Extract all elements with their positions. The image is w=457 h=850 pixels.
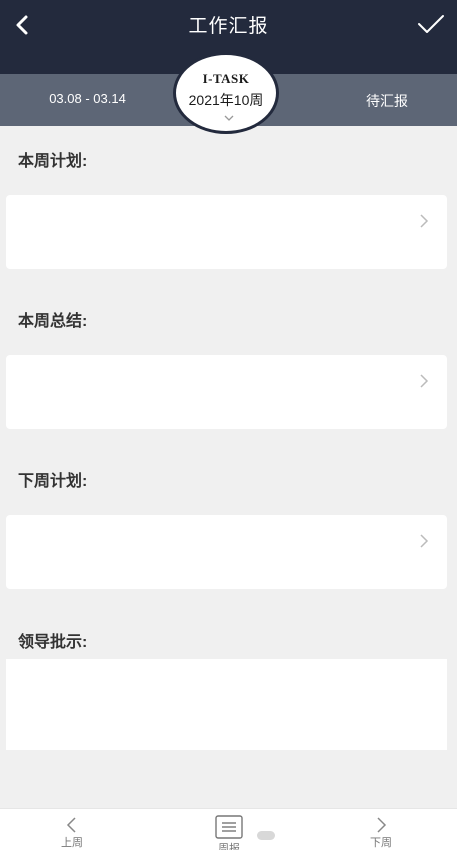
this-week-summary-card[interactable] [6,355,447,429]
weekly-report-label: 周报 [218,843,240,850]
confirm-check-icon[interactable] [417,12,445,36]
home-indicator-pill [257,831,275,840]
chevron-right-icon [420,534,429,548]
bottom-navigation: 上周 周报 下周 [0,808,457,850]
section-label-next-week-plan: 下周计划: [18,473,88,490]
next-week-label: 下周 [370,837,392,849]
leader-comments-card [6,659,447,750]
chevron-right-icon [377,817,387,833]
section-label-this-week-plan: 本周计划: [18,153,88,170]
prev-week-label: 上周 [61,837,83,849]
prev-week-button[interactable]: 上周 [42,817,102,850]
week-number-label: 2021年10周 [188,92,264,108]
section-label-leader-comments: 领导批示: [18,634,88,651]
chevron-left-icon [66,817,76,833]
list-document-icon [215,815,243,839]
chevron-right-icon [420,214,429,228]
brand-logo-text: I-TASK [202,71,250,86]
weekly-report-button[interactable]: 周报 [199,815,259,850]
section-label-this-week-summary: 本周总结: [18,313,88,330]
chevron-down-icon [224,115,234,121]
week-date-range: 03.08 - 03.14 [49,91,126,106]
week-picker-badge[interactable]: I-TASK 2021年10周 [173,52,279,134]
next-week-button[interactable]: 下周 [351,817,411,850]
chevron-right-icon [420,374,429,388]
report-status: 待汇报 [366,93,408,109]
this-week-plan-card[interactable] [6,195,447,269]
page-title: 工作汇报 [188,16,269,37]
next-week-plan-card[interactable] [6,515,447,589]
